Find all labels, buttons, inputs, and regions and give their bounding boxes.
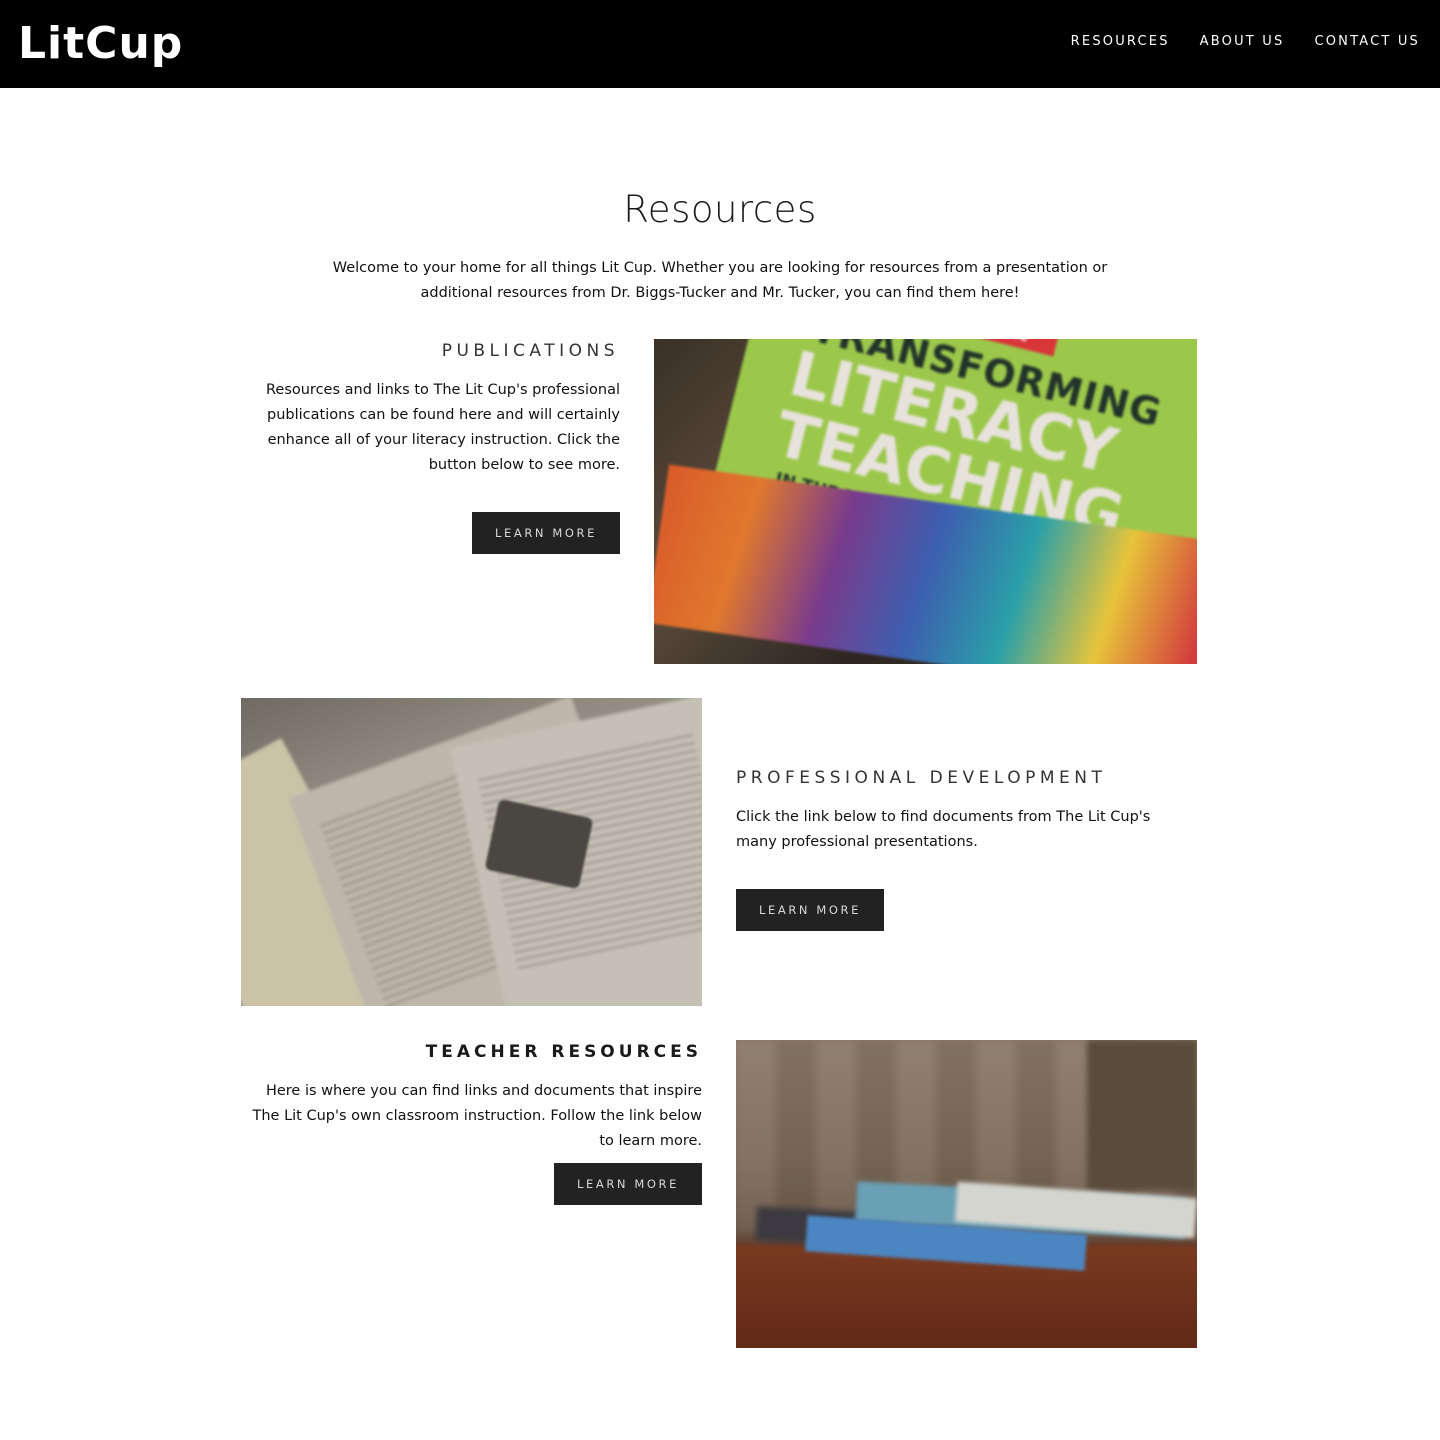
intro-text: Welcome to your home for all things Lit … bbox=[332, 260, 1108, 301]
publications-text: Resources and links to The Lit Cup's pro… bbox=[265, 382, 620, 473]
teacher-resources-text: Here is where you can find links and doc… bbox=[252, 1083, 703, 1149]
professional-development-heading: PROFESSIONAL DEVELOPMENT bbox=[736, 768, 1107, 788]
publications-book-image: SCHOLASTIC TRANSFORMING LITERACYTEACHING… bbox=[654, 339, 1197, 664]
site-logo[interactable]: LitCup bbox=[18, 14, 183, 74]
publications-learn-more-button[interactable]: LEARN MORE bbox=[472, 512, 620, 554]
teacher-resources-learn-more-button[interactable]: LEARN MORE bbox=[554, 1163, 702, 1205]
site-header: LitCup RESOURCES ABOUT US CONTACT US bbox=[0, 0, 1440, 88]
publications-heading: PUBLICATIONS bbox=[441, 341, 619, 361]
window-background bbox=[1087, 1040, 1197, 1190]
page-title: Resources bbox=[623, 188, 817, 231]
nav-link-resources[interactable]: RESOURCES bbox=[1071, 32, 1170, 52]
professional-development-image bbox=[241, 698, 702, 1006]
nav-link-about-us[interactable]: ABOUT US bbox=[1200, 32, 1285, 52]
teacher-resources-image bbox=[736, 1040, 1197, 1348]
professional-development-learn-more-button[interactable]: LEARN MORE bbox=[736, 889, 884, 931]
main-nav: RESOURCES ABOUT US CONTACT US bbox=[1071, 32, 1420, 52]
nav-link-contact-us[interactable]: CONTACT US bbox=[1314, 32, 1420, 52]
professional-development-text: Click the link below to find documents f… bbox=[736, 809, 1151, 850]
teacher-resources-heading: TEACHER RESOURCES bbox=[425, 1042, 702, 1062]
book-cover: SCHOLASTIC TRANSFORMING LITERACYTEACHING… bbox=[654, 339, 1197, 664]
